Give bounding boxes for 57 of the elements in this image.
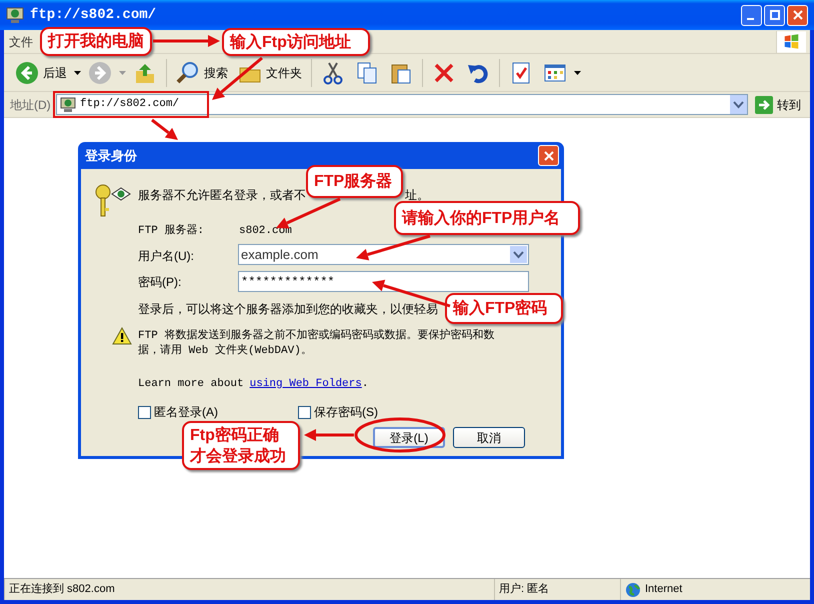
login-button[interactable]: 登录(L)	[373, 427, 445, 448]
checkbox[interactable]	[138, 406, 151, 418]
key-icon	[95, 184, 131, 218]
callout-text: 输入Ftp访问地址	[230, 32, 352, 52]
callout-text: Ftp密码正确	[190, 425, 280, 446]
warning-text: FTP 将数据发送到服务器之前不加密或编码密码或数据。要保护密码和数	[138, 328, 494, 344]
address-label: 地址(D)	[10, 96, 52, 114]
back-button[interactable]: 后退	[12, 56, 70, 88]
go-button[interactable]: 转到	[752, 94, 804, 116]
dropdown-caret-icon[interactable]	[574, 70, 581, 74]
username-field[interactable]: example.com	[238, 244, 529, 265]
password-field[interactable]: *************	[238, 271, 529, 292]
field-label: 密码(P):	[138, 274, 182, 291]
search-icon	[176, 60, 200, 84]
dialog-title: 登录身份	[85, 146, 138, 165]
close-icon	[792, 10, 802, 20]
callout-text: 才会登录成功	[190, 446, 287, 466]
maximize-button[interactable]	[764, 4, 785, 26]
period-text: .	[362, 377, 368, 392]
field-label: 用户名(U):	[138, 248, 194, 265]
callout-text: 输入FTP密码	[453, 298, 548, 319]
annotation-arrow	[304, 429, 354, 441]
close-button[interactable]	[787, 4, 808, 26]
search-button[interactable]: 搜索	[173, 56, 231, 88]
hint-text: 登录后，可以将这个服务器添加到您的收藏夹，以便轻易	[138, 301, 438, 318]
dropdown-caret-icon[interactable]	[74, 70, 81, 74]
minimize-icon	[746, 18, 754, 20]
callout-text: 打开我的电脑	[48, 31, 144, 52]
globe-icon	[625, 582, 641, 598]
server-value: s802.com	[239, 224, 292, 239]
menu-item[interactable]: 文件	[8, 32, 34, 50]
checkbox[interactable]	[298, 406, 311, 418]
warning-text: 据，请用 Web 文件夹(WebDAV)。	[138, 343, 312, 359]
status-text: 用户: 匿名	[499, 582, 550, 598]
checkbox-option[interactable]: 保存密码(S)	[298, 403, 378, 421]
status-text: Internet	[645, 582, 682, 598]
annotation-arrow	[151, 118, 178, 140]
close-button[interactable]	[538, 145, 559, 166]
warning-icon	[112, 327, 132, 345]
message-text: 服务器不允许匿名登录，或者不	[138, 187, 306, 204]
status-text: 正在连接到 s802.com	[9, 582, 115, 598]
learn-more-text: Learn more about	[138, 377, 244, 392]
checkbox-option[interactable]: 匿名登录(A)	[138, 403, 218, 421]
close-icon	[544, 150, 554, 160]
message-text: 址。	[405, 187, 429, 204]
folders-button[interactable]: 文件夹	[235, 56, 305, 88]
address-field[interactable]: ftp://s802.com/	[56, 94, 748, 115]
scissors-icon	[321, 60, 345, 84]
field-label: FTP 服务器:	[138, 223, 204, 239]
web-folders-link[interactable]: using Web Folders	[250, 376, 362, 392]
cancel-button[interactable]: 取消	[453, 427, 525, 448]
maximize-icon	[770, 10, 780, 20]
copy-icon	[355, 60, 379, 84]
callout-text: 请输入你的FTP用户名	[402, 208, 562, 228]
callout-text: FTP服务器	[314, 172, 394, 192]
window-title: ftp://s802.com/	[30, 6, 158, 24]
minimize-button[interactable]	[741, 4, 762, 26]
